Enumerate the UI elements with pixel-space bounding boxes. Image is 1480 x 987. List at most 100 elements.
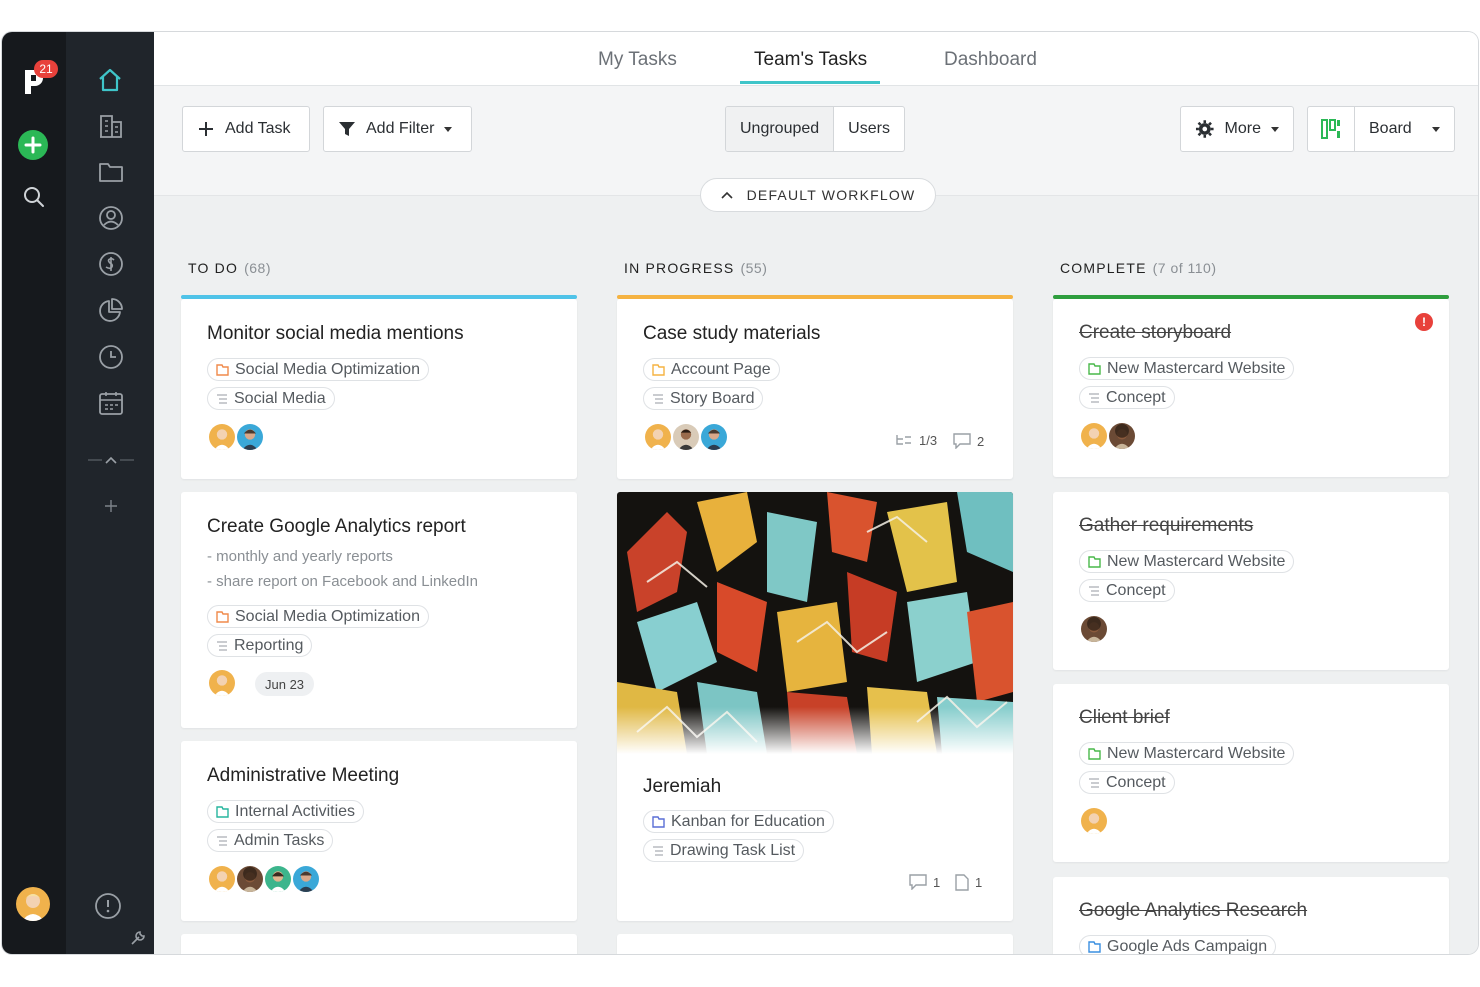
comment-counter[interactable]: 1 bbox=[909, 874, 940, 890]
avatar[interactable] bbox=[207, 422, 237, 452]
more-button[interactable]: More bbox=[1180, 106, 1294, 152]
task-card[interactable]: Gather requirements New Mastercard Websi… bbox=[1053, 492, 1449, 670]
task-title: Google Analytics Research bbox=[1079, 900, 1308, 921]
building-icon[interactable] bbox=[98, 113, 124, 139]
folder-icon[interactable] bbox=[98, 160, 124, 184]
alert-icon[interactable]: ! bbox=[1415, 313, 1433, 331]
column-name: IN PROGRESS bbox=[624, 260, 735, 276]
notification-badge: 21 bbox=[34, 60, 58, 78]
list-tag[interactable]: Reporting bbox=[207, 634, 313, 657]
add-filter-button[interactable]: Add Filter bbox=[323, 106, 472, 152]
comment-icon bbox=[909, 874, 927, 890]
info-icon[interactable] bbox=[94, 892, 122, 920]
task-card[interactable]: Create Google Analytics report - monthly… bbox=[181, 492, 577, 728]
task-card[interactable]: Monitor social media mentions Social Med… bbox=[181, 299, 577, 479]
list-icon bbox=[653, 845, 663, 856]
view-select[interactable]: Board bbox=[1355, 107, 1454, 151]
avatar[interactable] bbox=[1079, 806, 1109, 836]
tab-my-tasks[interactable]: My Tasks bbox=[598, 49, 677, 71]
task-card[interactable]: Administrative Meeting Internal Activiti… bbox=[181, 741, 577, 921]
chevron-down-icon bbox=[444, 126, 453, 132]
list-tag[interactable]: Story Board bbox=[643, 387, 764, 410]
funnel-icon bbox=[339, 122, 355, 136]
wrench-icon[interactable] bbox=[130, 930, 146, 946]
task-card[interactable]: Google Analytics Research Google Ads Cam… bbox=[1053, 877, 1449, 954]
workflow-toggle[interactable]: DEFAULT WORKFLOW bbox=[700, 178, 936, 212]
list-icon bbox=[653, 393, 663, 404]
project-name: New Mastercard Website bbox=[1107, 359, 1286, 377]
pie-chart-icon[interactable] bbox=[98, 297, 124, 323]
task-title: Case study materials bbox=[643, 323, 821, 344]
project-tag[interactable]: New Mastercard Website bbox=[1079, 550, 1295, 573]
dollar-icon[interactable] bbox=[98, 251, 124, 277]
project-name: New Mastercard Website bbox=[1107, 552, 1286, 570]
project-tag[interactable]: Google Ads Campaign bbox=[1079, 935, 1277, 955]
group-users[interactable]: Users bbox=[834, 107, 904, 151]
task-title: Create storyboard bbox=[1079, 322, 1232, 343]
collapse-section-icon[interactable] bbox=[88, 452, 134, 468]
project-icon bbox=[1088, 362, 1101, 375]
task-title: Create Google Analytics report bbox=[207, 516, 466, 537]
avatar[interactable] bbox=[699, 422, 729, 452]
person-icon[interactable] bbox=[98, 205, 124, 231]
avatar[interactable] bbox=[207, 864, 237, 894]
home-icon[interactable] bbox=[96, 66, 124, 94]
tab-dashboard[interactable]: Dashboard bbox=[944, 49, 1037, 71]
avatar[interactable] bbox=[207, 668, 237, 698]
avatar[interactable] bbox=[643, 422, 673, 452]
project-tag[interactable]: Social Media Optimization bbox=[207, 605, 429, 628]
task-card[interactable] bbox=[181, 934, 577, 954]
avatar[interactable] bbox=[671, 422, 701, 452]
list-tag[interactable]: Concept bbox=[1079, 579, 1175, 602]
project-tag[interactable]: Account Page bbox=[643, 358, 780, 381]
due-date-badge[interactable]: Jun 23 bbox=[255, 672, 315, 696]
quick-add-button[interactable] bbox=[18, 130, 48, 160]
add-section-icon[interactable] bbox=[104, 499, 118, 513]
user-avatar[interactable] bbox=[16, 887, 50, 921]
project-tag[interactable]: New Mastercard Website bbox=[1079, 742, 1295, 765]
avatar[interactable] bbox=[263, 864, 293, 894]
project-name: Google Ads Campaign bbox=[1107, 937, 1268, 955]
avatar[interactable] bbox=[1107, 421, 1137, 451]
board-view-icon bbox=[1321, 119, 1340, 139]
avatar[interactable] bbox=[235, 864, 265, 894]
add-filter-label: Add Filter bbox=[366, 120, 435, 137]
project-tag[interactable]: Kanban for Education bbox=[643, 810, 834, 833]
assignee-avatars bbox=[1079, 806, 1109, 836]
grouping-toggle: Ungrouped Users bbox=[725, 106, 905, 152]
clock-icon[interactable] bbox=[98, 344, 124, 370]
view-switcher[interactable]: Board bbox=[1307, 106, 1455, 152]
assignee-avatars bbox=[643, 422, 729, 452]
cover-image[interactable] bbox=[617, 492, 1013, 754]
attachment-counter[interactable]: 1 bbox=[955, 874, 982, 891]
list-tag[interactable]: Social Media bbox=[207, 387, 335, 410]
subtask-counter[interactable]: 1/3 bbox=[895, 433, 937, 448]
project-name: Social Media Optimization bbox=[235, 607, 420, 625]
list-tag[interactable]: Drawing Task List bbox=[643, 839, 805, 862]
add-task-button[interactable]: Add Task bbox=[182, 106, 310, 152]
task-card[interactable]: Case study materials Account Page Story … bbox=[617, 299, 1013, 479]
task-card[interactable]: Client brief New Mastercard Website Conc… bbox=[1053, 684, 1449, 862]
task-card[interactable]: ! Create storyboard New Mastercard Websi… bbox=[1053, 299, 1449, 477]
avatar[interactable] bbox=[1079, 614, 1109, 644]
avatar[interactable] bbox=[235, 422, 265, 452]
board-view-icon-cell bbox=[1308, 107, 1355, 151]
project-tag[interactable]: Internal Activities bbox=[207, 800, 365, 823]
project-icon bbox=[1088, 555, 1101, 568]
avatar[interactable] bbox=[291, 864, 321, 894]
project-tag[interactable]: Social Media Optimization bbox=[207, 358, 429, 381]
task-card[interactable] bbox=[617, 934, 1013, 954]
comment-counter[interactable]: 2 bbox=[953, 433, 984, 449]
project-icon bbox=[652, 815, 665, 828]
avatar[interactable] bbox=[1079, 421, 1109, 451]
list-tag[interactable]: Concept bbox=[1079, 386, 1175, 409]
project-tag[interactable]: New Mastercard Website bbox=[1079, 357, 1295, 380]
list-tag[interactable]: Admin Tasks bbox=[207, 829, 334, 852]
calendar-icon[interactable] bbox=[98, 390, 124, 416]
group-ungrouped[interactable]: Ungrouped bbox=[726, 107, 835, 151]
list-tag[interactable]: Concept bbox=[1079, 771, 1175, 794]
task-card[interactable]: Jeremiah Kanban for Education Drawing Ta… bbox=[617, 492, 1013, 921]
tab-teams-tasks[interactable]: Team's Tasks bbox=[754, 49, 867, 71]
search-icon[interactable] bbox=[22, 185, 46, 209]
list-name: Concept bbox=[1106, 773, 1166, 791]
